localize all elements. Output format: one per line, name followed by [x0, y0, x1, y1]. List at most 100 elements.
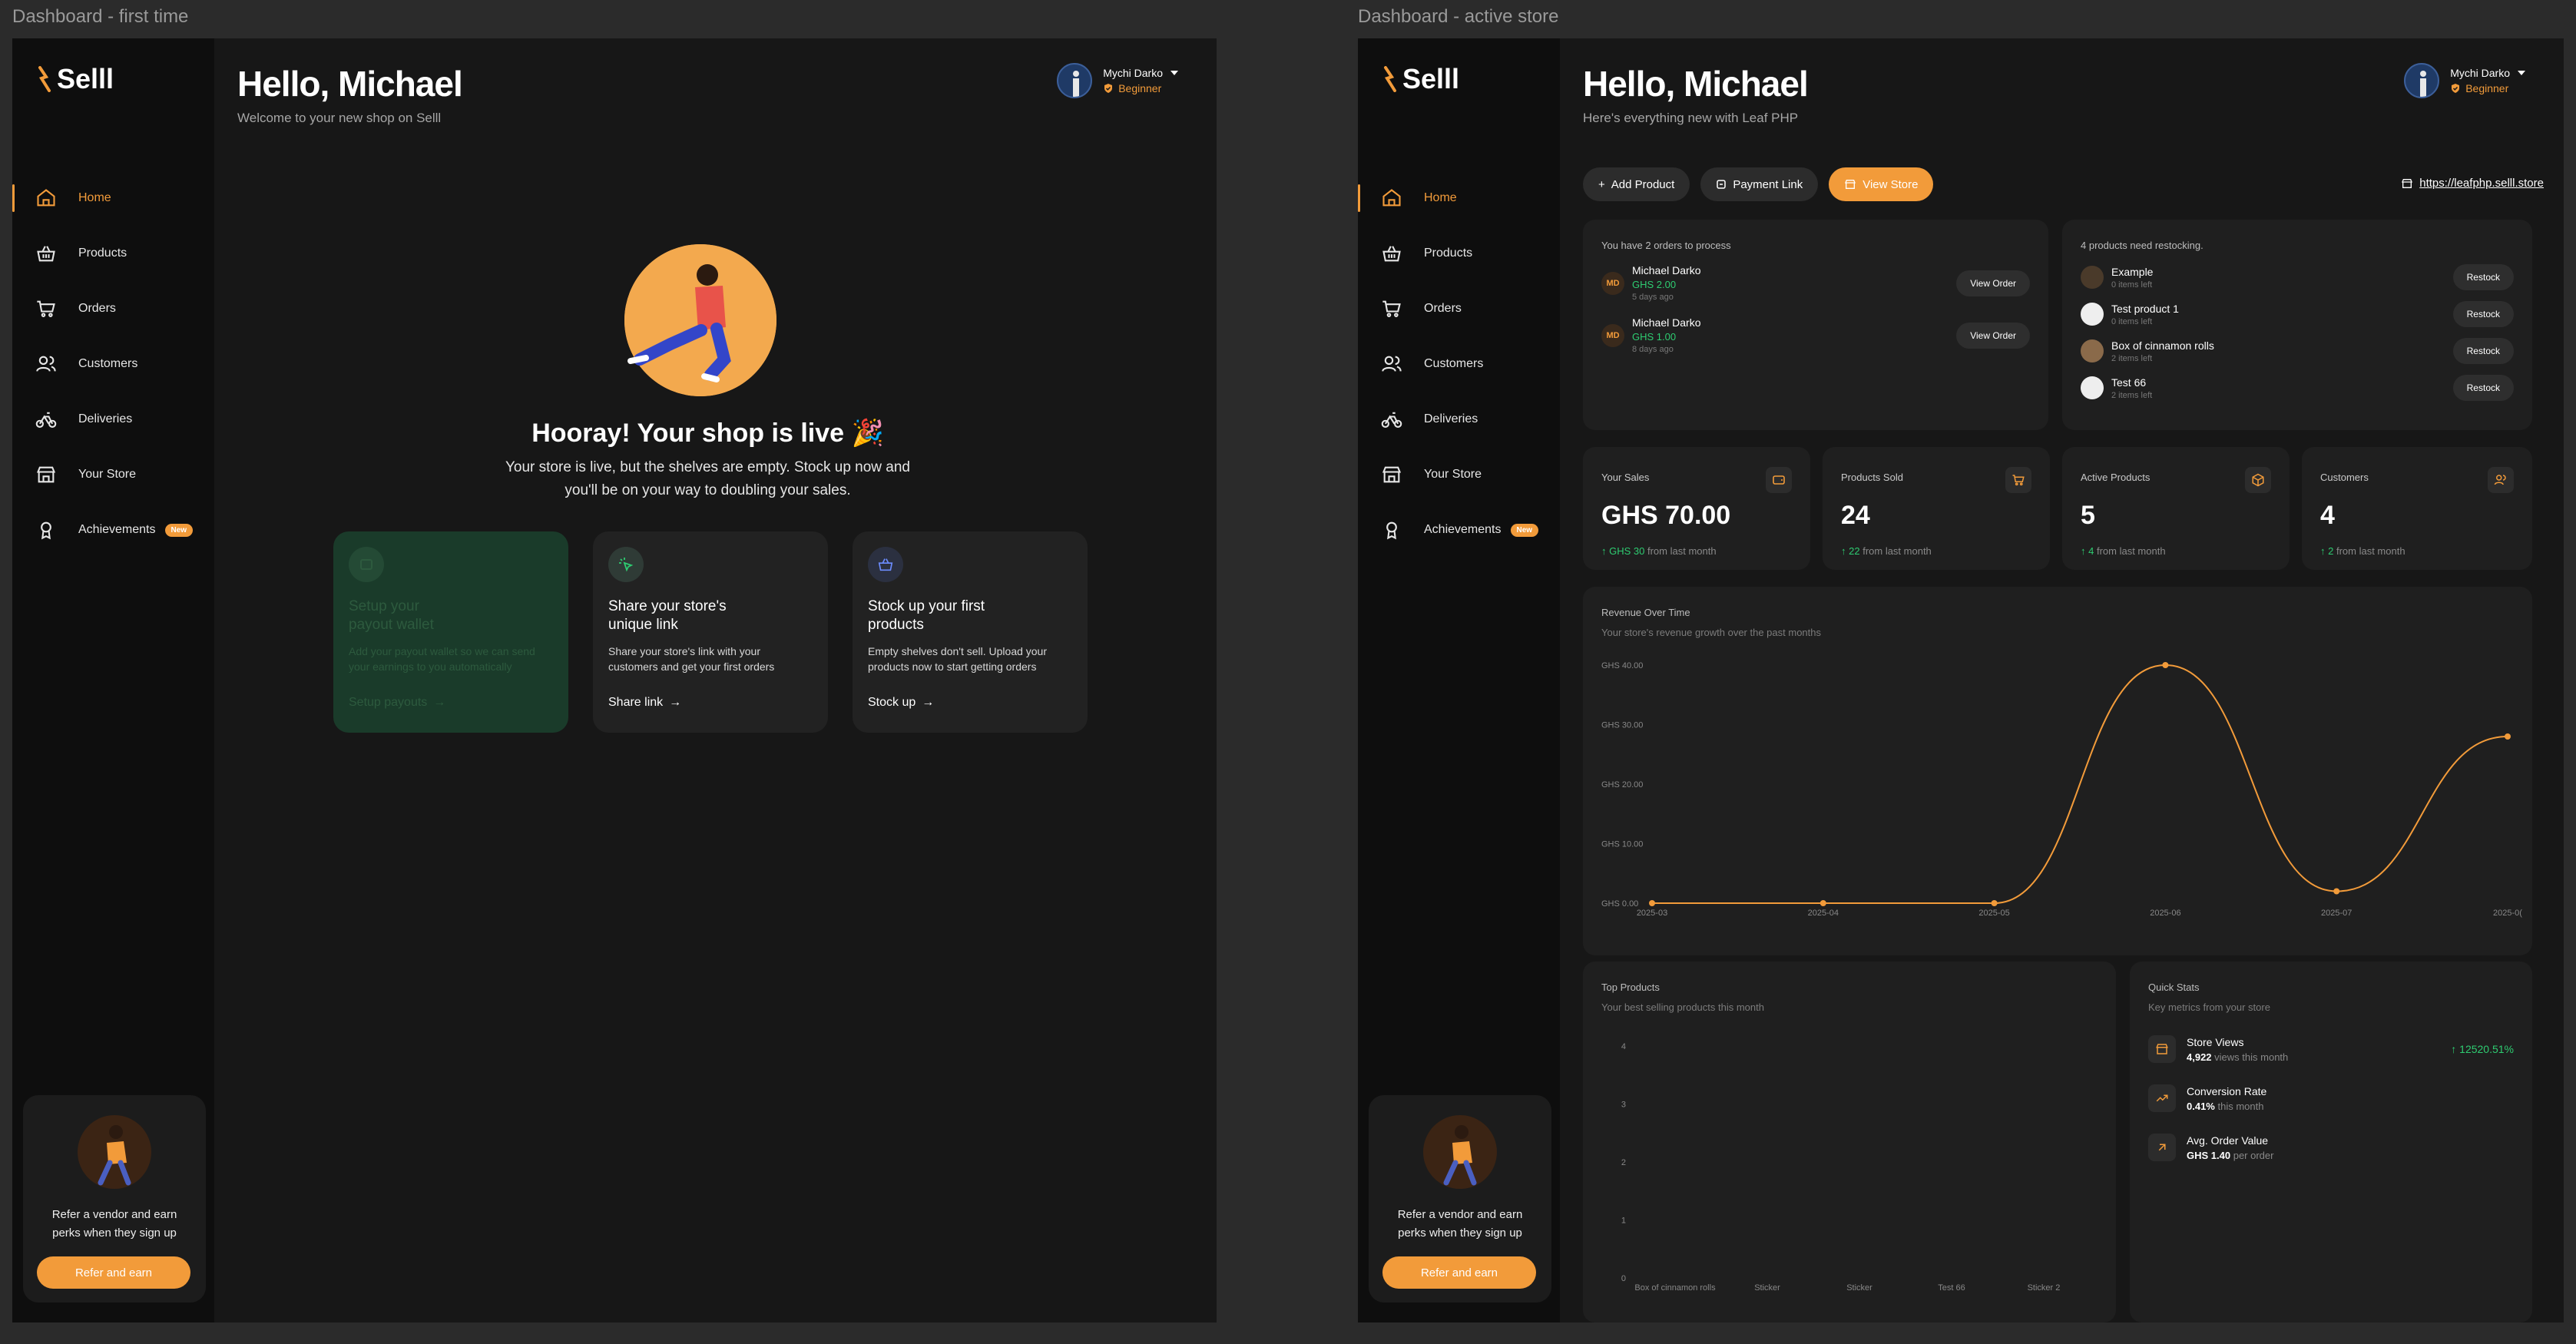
- share-link-button[interactable]: Share link →: [608, 696, 681, 710]
- stock-up-card[interactable]: Stock up your first products Empty shelv…: [853, 531, 1088, 733]
- order-amount: GHS 2.00: [1632, 279, 1677, 290]
- page-subtitle: Here's everything new with Leaf PHP: [1583, 111, 1799, 125]
- arrow-right-icon: →: [433, 696, 446, 709]
- link-label: Stock up: [868, 696, 916, 709]
- restock-button[interactable]: Restock: [2452, 301, 2514, 327]
- y-tick-label: 3: [1621, 1101, 1626, 1110]
- stat-delta: ↑ 4 from last month: [2081, 545, 2166, 557]
- order-amount: GHS 1.00: [1632, 331, 1677, 343]
- user-tier: Beginner: [1118, 82, 1162, 94]
- logo-icon: [38, 66, 51, 92]
- top-products-bar-chart: 0 1 2 3 4 Box of cinnamon rolls Sticker Sticker…: [1621, 1042, 2061, 1293]
- stat-delta: ↑ 22 from last month: [1841, 545, 1932, 557]
- trend-up-icon: [2148, 1084, 2176, 1112]
- stat-card-products-sold: Products Sold 24 ↑ 22 from last month: [1823, 447, 2050, 570]
- x-tick-label: Sticker 2: [2028, 1283, 2061, 1293]
- sidebar-item-your-store[interactable]: Your Store: [12, 447, 214, 502]
- customer-name: Michael Darko: [1632, 316, 1701, 329]
- page-title: Hello, Michael: [1583, 64, 1809, 104]
- product-name: Test 66: [2111, 376, 2147, 389]
- arrow-right-icon: →: [669, 696, 682, 709]
- store-icon: [1845, 180, 1856, 189]
- setup-payout-card[interactable]: Setup your payout wallet Add your payout…: [333, 531, 568, 733]
- product-name: Example: [2111, 265, 2154, 278]
- page-title: Hello, Michael: [237, 64, 463, 104]
- page-subtitle: Welcome to your new shop on Selll: [237, 111, 442, 125]
- sidebar-item-products[interactable]: Products: [12, 226, 214, 281]
- users-icon: [1382, 356, 1402, 372]
- sidebar-item-achievements[interactable]: Achievements New: [1358, 502, 1560, 558]
- stat-value: GHS 70.00: [1601, 501, 1731, 530]
- logo[interactable]: Selll: [1382, 63, 1459, 95]
- sidebar-item-label: Home: [78, 191, 111, 204]
- y-tick-label: 1: [1621, 1217, 1626, 1226]
- users-icon: [36, 356, 56, 372]
- orders-panel-title: You have 2 orders to process: [1601, 240, 1731, 251]
- share-link-card[interactable]: Share your store's unique link Share you…: [593, 531, 828, 733]
- sidebar-item-orders[interactable]: Orders: [12, 281, 214, 336]
- link-label: Setup payouts: [349, 696, 428, 709]
- metric-value: 4,922: [2187, 1051, 2212, 1063]
- view-store-button[interactable]: View Store: [1829, 167, 1934, 201]
- refer-text: Refer a vendor and earn perks when they …: [51, 1208, 177, 1240]
- award-icon: [41, 521, 51, 540]
- setup-payouts-link[interactable]: Setup payouts →: [349, 696, 445, 710]
- logo[interactable]: Selll: [37, 63, 114, 95]
- view-order-button[interactable]: View Order: [1956, 322, 2030, 349]
- sidebar-item-customers[interactable]: Customers: [12, 336, 214, 392]
- store-url-link[interactable]: https://leafphp.selll.store: [2401, 177, 2544, 190]
- view-order-button[interactable]: View Order: [1956, 270, 2030, 296]
- list-item: Example 0 items left Restock: [2081, 264, 2514, 290]
- user-menu[interactable]: Mychi Darko Beginner: [2404, 63, 2525, 98]
- sidebar-item-orders[interactable]: Orders: [1358, 281, 1560, 336]
- sidebar-item-deliveries[interactable]: Deliveries: [12, 392, 214, 447]
- restock-panel-title: 4 products need restocking.: [2081, 240, 2204, 251]
- restock-button[interactable]: Restock: [2452, 338, 2514, 364]
- sidebar-item-achievements[interactable]: Achievements New: [12, 502, 214, 558]
- main-content: Hello, Michael Welcome to your new shop …: [214, 38, 1217, 1322]
- revenue-chart-panel: Revenue Over Time Your store's revenue g…: [1583, 587, 2532, 955]
- sidebar-item-label: Home: [1424, 191, 1457, 204]
- x-tick-label: 2025-04: [1808, 909, 1839, 918]
- product-name: Box of cinnamon rolls: [2111, 339, 2214, 352]
- data-point: [1649, 900, 1655, 906]
- orders-panel: You have 2 orders to process MD Michael …: [1583, 220, 2048, 430]
- sidebar-item-home[interactable]: Home: [1358, 170, 1560, 226]
- sidebar-item-label: Deliveries: [78, 412, 133, 425]
- restock-button[interactable]: Restock: [2452, 264, 2514, 290]
- sidebar-item-home[interactable]: Home: [12, 170, 214, 226]
- y-tick-label: GHS 30.00: [1601, 721, 1643, 730]
- sidebar-item-your-store[interactable]: Your Store: [1358, 447, 1560, 502]
- cart-icon: [37, 300, 55, 317]
- list-item: Box of cinnamon rolls 2 items left Restoc…: [2081, 338, 2514, 364]
- sidebar-item-products[interactable]: Products: [1358, 226, 1560, 281]
- y-tick-label: GHS 10.00: [1601, 840, 1643, 849]
- refer-card: Refer a vendor and earn perks when they …: [23, 1095, 206, 1303]
- stat-label: Your Sales: [1601, 472, 1650, 483]
- restock-button[interactable]: Restock: [2452, 375, 2514, 401]
- data-point: [1991, 900, 1998, 906]
- bike-icon: [35, 412, 57, 428]
- x-tick-label: 2025-07: [2321, 909, 2352, 918]
- stat-delta-suffix: from last month: [2336, 545, 2405, 557]
- stat-card-customers: Customers 4 ↑ 2 from last month: [2302, 447, 2532, 570]
- button-label: Payment Link: [1733, 177, 1803, 191]
- sidebar-item-label: Your Store: [78, 468, 137, 481]
- refer-and-earn-button[interactable]: Refer and earn: [1382, 1256, 1536, 1289]
- x-tick-label: Box of cinnamon rolls: [1634, 1283, 1716, 1293]
- sidebar-item-customers[interactable]: Customers: [1358, 336, 1560, 392]
- refer-and-earn-button[interactable]: Refer and earn: [37, 1256, 190, 1289]
- sidebar-item-deliveries[interactable]: Deliveries: [1358, 392, 1560, 447]
- sidebar-nav: Home Products Orders Customers Deliverie…: [1358, 170, 1560, 558]
- sidebar-item-label: Achievements: [1424, 523, 1502, 536]
- stock-up-button[interactable]: Stock up →: [868, 696, 934, 710]
- stat-delta-value: ↑ 22: [1841, 545, 1860, 557]
- product-thumbnail: [2081, 266, 2104, 289]
- add-product-button[interactable]: + Add Product: [1583, 167, 1690, 201]
- user-tier: Beginner: [2465, 82, 2509, 94]
- payment-link-button[interactable]: Payment Link: [1700, 167, 1819, 201]
- metric-title: Avg. Order Value: [2187, 1134, 2269, 1147]
- dashboard-first-time: Selll Home Products Orders Customers Del…: [12, 38, 1217, 1322]
- user-menu[interactable]: Mychi Darko Beginner: [1057, 63, 1178, 98]
- shield-check-icon: [1104, 84, 1113, 93]
